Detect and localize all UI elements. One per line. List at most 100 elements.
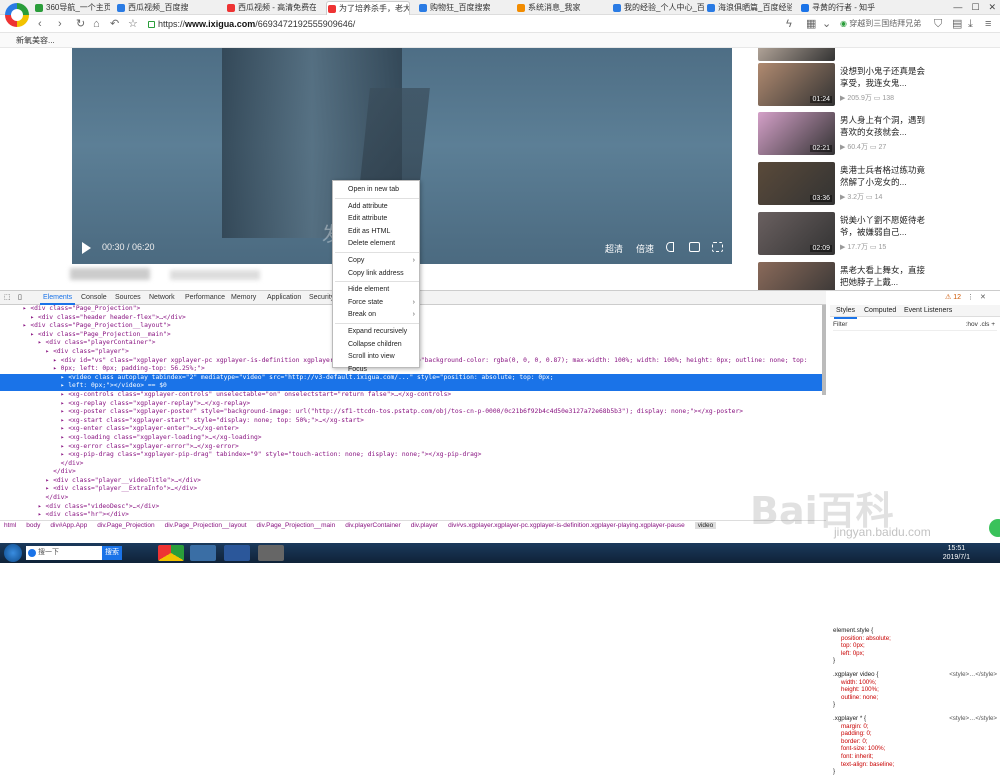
video-thumbnail[interactable]: 02:09 (758, 212, 835, 255)
side-search-box[interactable]: ◉ 穿越到三国结拜兄弟 (840, 17, 930, 31)
devtools-menu-icon[interactable]: ⋮ (967, 291, 974, 305)
pip-icon[interactable] (689, 242, 700, 252)
styles-tab[interactable]: Computed (862, 305, 898, 317)
dom-node[interactable]: </div> (0, 468, 826, 477)
quality-button[interactable]: 超清 (605, 242, 623, 255)
minimize-icon[interactable]: — (953, 0, 962, 15)
css-rule[interactable]: element.style {position: absolute; top: 0… (833, 627, 997, 665)
menu-item[interactable]: Add attribute (333, 201, 421, 212)
word-app-icon[interactable] (224, 545, 250, 561)
browser-logo-icon[interactable] (5, 3, 29, 27)
menu-icon[interactable]: ≡ (985, 17, 991, 31)
css-rule-source[interactable]: <style>…</style> (949, 715, 997, 723)
inspect-icon[interactable]: ⬚ (4, 291, 11, 305)
home-icon[interactable]: ⌂ (93, 17, 100, 31)
video-thumbnail[interactable]: 02:21 (758, 112, 835, 155)
url-input[interactable]: https://www.ixigua.com/66934721925559096… (148, 17, 828, 31)
browser-tab[interactable]: 为了培养杀手，老大把 (326, 1, 410, 15)
bookmark-item[interactable]: 新氧美容... (16, 36, 55, 45)
menu-item[interactable]: Edit attribute (333, 213, 421, 224)
list-item[interactable]: 黑老大看上舞女，直接把她脖子上戴... (758, 262, 928, 290)
taskbar-search-button[interactable]: 搜索 (102, 546, 122, 560)
breadcrumb-item[interactable]: html (4, 522, 16, 529)
speed-button[interactable]: 倍速 (636, 242, 654, 255)
browser-tab[interactable]: 购物狂_百度搜索 (418, 1, 506, 15)
video-title[interactable]: 黑老大看上舞女，直接把她脖子上戴... (840, 264, 926, 288)
css-rule-source[interactable]: <style>…</style> (949, 671, 997, 679)
play-icon[interactable] (82, 242, 91, 254)
breadcrumb-item[interactable]: div.Page_Projection__main (257, 522, 336, 529)
download-icon[interactable]: ⤓ (968, 17, 973, 31)
breadcrumb-item[interactable]: div.Page_Projection (97, 522, 154, 529)
dom-node[interactable]: ▸ <xg-pip-drag class="xgplayer-pip-drag"… (0, 451, 826, 460)
css-property[interactable]: top: 0px; (833, 642, 997, 650)
star-icon[interactable]: ☆ (128, 17, 138, 31)
dom-node[interactable]: ▸ <xg-start class="xgplayer-start" style… (0, 417, 826, 426)
css-property[interactable]: text-align: baseline; (833, 761, 997, 769)
menu-item[interactable]: Break on › (333, 309, 421, 320)
dom-node[interactable]: ▸ <xg-poster class="xgplayer-poster" sty… (0, 408, 826, 417)
volume-icon[interactable] (666, 242, 674, 252)
css-property[interactable]: outline: none; (833, 694, 997, 702)
dom-node[interactable]: ▸ <xg-controls class="xgplayer-controls"… (0, 391, 826, 400)
app-icon[interactable] (190, 545, 216, 561)
dom-node[interactable]: </div> (0, 460, 826, 469)
css-property[interactable]: border: 0; (833, 738, 997, 746)
menu-item[interactable]: Edit as HTML (333, 226, 421, 237)
browser-tab[interactable]: 西瓜视频 - 高清免费在 (226, 1, 316, 15)
tab-elements[interactable]: Elements (40, 291, 76, 305)
tab-network[interactable]: Network (146, 291, 178, 305)
apps-icon[interactable]: ▤ (952, 17, 962, 31)
breadcrumb-item[interactable]: div#App.App (50, 522, 87, 529)
list-item[interactable]: 02:09 锐美小丫劉不愿姬待老爷，被嫌弱自己... ▶ 17.7万 ▭ 15 (758, 212, 928, 258)
dom-node[interactable]: ▸ <xg-error class="xgplayer-error">…</xg… (0, 443, 826, 452)
filter-toggles[interactable]: :hov .cls + (966, 321, 995, 328)
dom-node[interactable]: </div> (0, 494, 826, 503)
dom-node[interactable]: ▸ <div class="videoDesc">…</div> (0, 503, 826, 512)
video-thumbnail[interactable] (758, 262, 835, 290)
menu-item[interactable]: Hide element (333, 284, 421, 295)
menu-item[interactable]: Force state › (333, 297, 421, 308)
reload-icon[interactable]: ↻ (76, 17, 85, 31)
video-thumbnail[interactable]: 03:36 (758, 162, 835, 205)
browser-tab[interactable]: 系统消息_我家 (516, 1, 602, 15)
browser-tab[interactable]: 寻黄的行者 - 知乎 (800, 1, 896, 15)
breadcrumb-item[interactable]: video (694, 522, 717, 529)
styles-tab[interactable]: Event Listeners (902, 305, 954, 317)
video-title[interactable]: 奥港士兵者格过练功竟然解了小宠女的... (840, 164, 926, 188)
breadcrumb-item[interactable]: div.Page_Projection__layout (165, 522, 247, 529)
notification-icon[interactable] (989, 519, 1000, 537)
video-title[interactable]: 锐美小丫劉不愿姬待老爷，被嫌弱自己... (840, 214, 926, 238)
dom-node[interactable]: ▸ left: 0px;"></video> == $0 (0, 382, 826, 391)
maximize-icon[interactable]: ☐ (971, 0, 979, 15)
dom-node[interactable]: ▸ <div class="player__videoTitle">…</div… (0, 477, 826, 486)
browser-app-icon[interactable] (158, 545, 184, 561)
menu-item[interactable]: Open in new tab (333, 184, 421, 195)
css-property[interactable]: left: 0px; (833, 650, 997, 658)
back-icon[interactable]: ‹ (38, 17, 42, 31)
undo-icon[interactable]: ↶ (110, 17, 119, 31)
video-thumbnail[interactable]: 01:24 (758, 63, 835, 106)
video-title[interactable]: 男人身上有个洞，遇到喜欢的女孩就会... (840, 114, 926, 138)
video-title[interactable]: 没想到小鬼子还真是会享受，我连女鬼... (840, 65, 926, 89)
breadcrumb-item[interactable]: div#vs.xgplayer.xgplayer-pc.xgplayer-is-… (448, 522, 685, 529)
dom-node[interactable]: ▸ <div class="player__ExtraInfo">…</div> (0, 485, 826, 494)
app-icon[interactable] (258, 545, 284, 561)
css-rule[interactable]: <style>…</style> .xgplayer * {margin: 0; p… (833, 715, 997, 776)
tab-performance[interactable]: Performance (182, 291, 228, 305)
video-thumbnail[interactable] (758, 48, 835, 61)
dom-node[interactable]: ▸ <div class="hr"></div> (0, 511, 826, 520)
close-icon[interactable]: ✕ (988, 0, 996, 15)
styles-tab[interactable]: Styles (834, 305, 858, 319)
css-property[interactable]: width: 100%; (833, 679, 997, 687)
devtools-close-icon[interactable]: ✕ (980, 291, 986, 305)
css-property[interactable]: position: absolute; (833, 635, 997, 643)
css-property[interactable]: padding: 0; (833, 730, 997, 738)
warning-count[interactable]: ⚠ 12 (945, 291, 961, 305)
breadcrumb-item[interactable]: div.playerContainer (345, 522, 401, 529)
tab-application[interactable]: Application (264, 291, 304, 305)
styles-filter-input[interactable]: Filter :hov .cls + (833, 321, 997, 331)
tab-memory[interactable]: Memory (228, 291, 259, 305)
css-property[interactable]: font: inherit; (833, 753, 997, 761)
taskbar-search[interactable]: 搜一下 搜索 (26, 546, 122, 560)
